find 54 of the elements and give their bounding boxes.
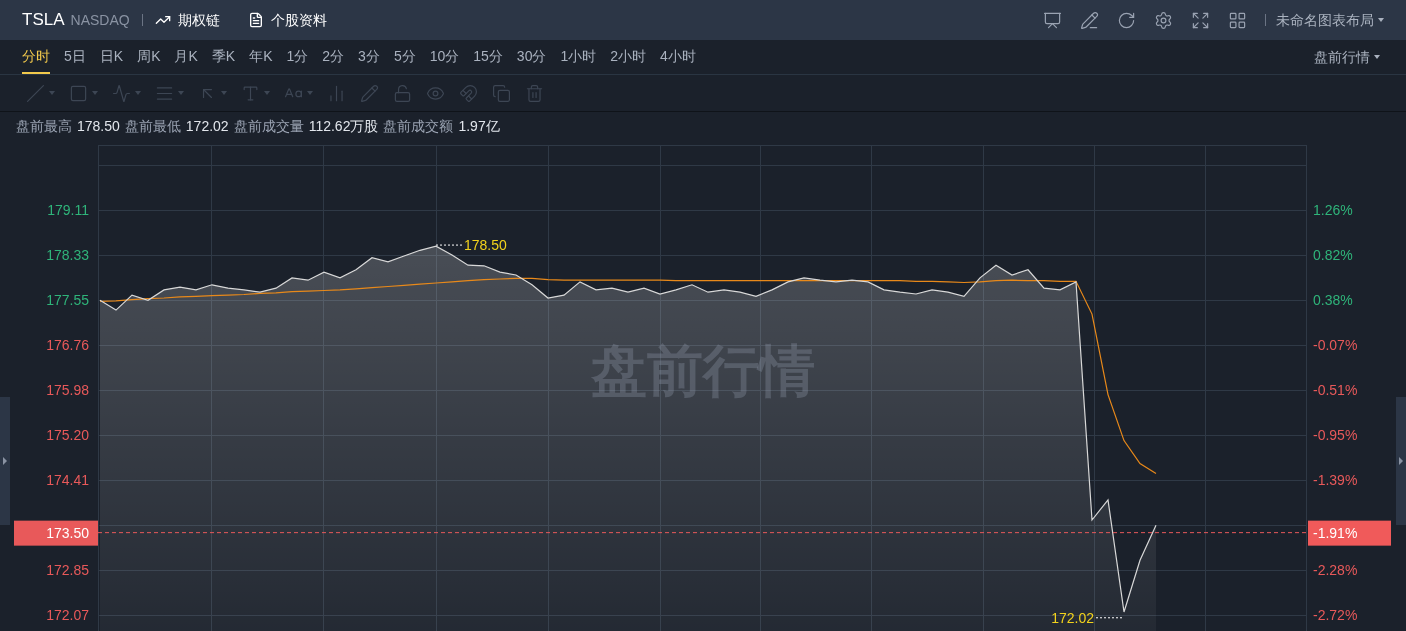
extreme-label: 172.02 [1051,609,1094,626]
ref-line-label: 173.50 [46,524,90,541]
price-axis-label: 172.07 [46,606,89,623]
percent-axis-label: 1.26% [1313,202,1353,218]
stat-value: 1.97亿 [458,116,500,136]
percent-axis-label: -0.51% [1313,382,1358,398]
exchange: NASDAQ [70,10,130,30]
period-tab[interactable]: 10分 [429,40,460,74]
stat-label: 盘前最高 [16,116,72,136]
session-dropdown[interactable]: 盘前行情 [1314,46,1380,68]
layout-dropdown[interactable]: 未命名图表布局 [1276,9,1384,31]
extreme-label: 178.50 [464,237,507,254]
percent-axis-label: -2.28% [1313,562,1358,579]
period-tab[interactable]: 季K [211,40,236,74]
period-tab[interactable]: 4小时 [660,40,696,74]
last-percent-tag: -1.91% [1308,520,1391,546]
period-tab[interactable]: 5日 [64,40,86,74]
stat-value: 112.62万股 [308,116,379,136]
stat-label: 盘前成交额 [383,116,454,136]
stat-value: 178.50 [77,116,120,136]
percent-axis-label: -0.95% [1313,426,1358,443]
price-axis-label: 175.20 [46,426,89,443]
period-tab[interactable]: 30分 [516,40,547,74]
period-tab[interactable]: 3分 [358,40,380,74]
period-tab[interactable]: 年K [249,40,273,74]
percent-axis-label: -2.72% [1313,606,1358,623]
stat-label: 盘前成交量 [233,116,304,136]
last-price-tag: 173.50 [14,520,98,546]
price-axis-label: 174.41 [46,472,89,489]
price-axis-label: 176.76 [46,337,89,354]
period-tab[interactable]: 周K [137,40,161,74]
percent-axis-label: 0.38% [1313,291,1353,308]
period-tab[interactable]: 分时 [22,40,50,74]
header-link[interactable]: 个股资料 [247,9,327,31]
price-axis-label: 175.98 [46,382,89,398]
period-tab[interactable]: 1小时 [560,40,597,74]
price-axis-label: 178.33 [46,246,89,263]
price-axis-label: 179.11 [47,202,89,218]
price-axis-label: 177.55 [46,291,89,308]
price-axis-label: 172.85 [46,562,89,579]
percent-axis-label: 0.82% [1313,246,1353,263]
period-tab[interactable]: 5分 [393,40,416,74]
period-tab[interactable]: 1分 [286,40,309,74]
stat-value: 172.02 [185,116,229,136]
symbol: TSLA [22,9,65,32]
period-tab[interactable]: 2小时 [610,40,647,74]
period-tab[interactable]: 15分 [473,40,503,74]
percent-axis-label: -1.39% [1313,472,1358,489]
header-link[interactable]: 期权链 [154,9,220,31]
stat-label: 盘前最低 [124,116,181,136]
period-tab[interactable]: 月K [174,40,198,74]
period-tab[interactable]: 日K [99,40,124,74]
percent-axis-label: -0.07% [1313,337,1358,354]
period-tab[interactable]: 2分 [322,40,345,74]
